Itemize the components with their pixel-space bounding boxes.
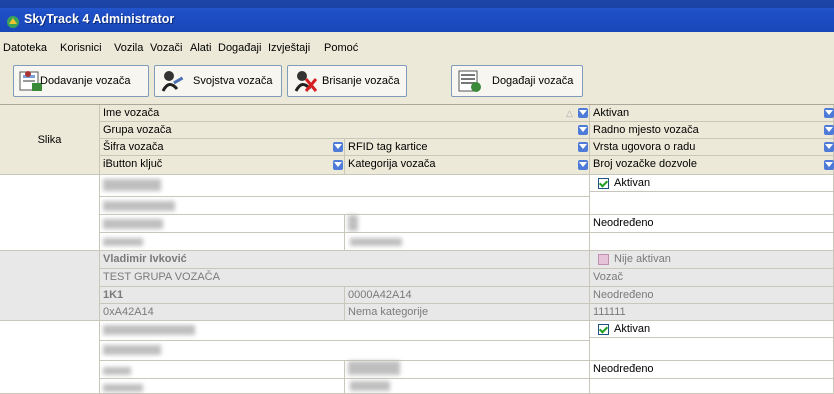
driver-properties-button[interactable]: Svojstva vozača bbox=[154, 65, 282, 97]
row-contract: Neodređeno bbox=[590, 215, 834, 233]
header-broj-dozvole[interactable]: Broj vozačke dozvole bbox=[590, 156, 834, 175]
menu-korisnici[interactable]: Korisnici bbox=[60, 42, 102, 54]
driver-events-label: Događaji vozača bbox=[492, 75, 574, 87]
active-label: Aktivan bbox=[614, 323, 651, 335]
filter-ugovor-dropdown-icon[interactable] bbox=[824, 142, 834, 152]
header-vrsta-ugovora[interactable]: Vrsta ugovora o radu bbox=[590, 139, 834, 156]
driver-properties-label: Svojstva vozača bbox=[193, 75, 273, 87]
row-contract: Neodređeno bbox=[590, 287, 834, 304]
row-rfid: 0000A42A14 bbox=[345, 287, 590, 304]
row-active: Aktivan bbox=[590, 175, 834, 192]
delete-driver-icon bbox=[294, 71, 318, 92]
driver-properties-icon bbox=[161, 71, 184, 92]
row-code bbox=[100, 361, 345, 379]
menu-pomoc[interactable]: Pomoć bbox=[324, 42, 358, 54]
menu-datoteka[interactable]: Datoteka bbox=[3, 42, 47, 54]
inactive-checkbox[interactable] bbox=[598, 254, 609, 265]
row-photo bbox=[0, 251, 100, 321]
contract-label: Neodređeno bbox=[593, 363, 654, 375]
row-photo bbox=[0, 175, 100, 251]
row-position bbox=[590, 192, 834, 215]
filter-rfid-dropdown-icon[interactable] bbox=[578, 142, 588, 152]
active-checkbox[interactable] bbox=[598, 178, 609, 189]
title-bar-top-strip bbox=[0, 0, 834, 8]
redacted-text bbox=[103, 201, 175, 211]
header-sifra-vozaca[interactable]: Šifra vozača bbox=[100, 139, 345, 156]
active-label: Aktivan bbox=[614, 177, 651, 189]
header-ibutton[interactable]: iButton ključ bbox=[100, 156, 345, 175]
header-radno-mjesto[interactable]: Radno mjesto vozača bbox=[590, 122, 834, 139]
row-ibutton: 0xA42A14 bbox=[100, 304, 345, 321]
filter-sifra-dropdown-icon[interactable] bbox=[333, 142, 343, 152]
header-kategorija[interactable]: Kategorija vozača bbox=[345, 156, 590, 175]
row-name: Vladimir Ivković bbox=[100, 251, 590, 269]
row-position: Vozač bbox=[590, 269, 834, 287]
row-license bbox=[590, 379, 834, 394]
filter-dozvola-dropdown-icon[interactable] bbox=[824, 160, 834, 170]
row-group bbox=[100, 341, 590, 361]
redacted-text bbox=[348, 361, 400, 375]
menu-bar: Datoteka Korisnici Vozila Vozači Alati D… bbox=[0, 32, 834, 62]
redacted-text bbox=[350, 381, 390, 391]
toolbar: Dodavanje vozača Svojstva vozača Brisanj… bbox=[0, 62, 834, 105]
row-rfid bbox=[345, 215, 590, 233]
grid-header: Slika Ime vozača △ Aktivan Grupa vozača … bbox=[0, 105, 834, 175]
row-license bbox=[590, 233, 834, 251]
row-license: 111111 bbox=[590, 304, 834, 321]
row-group: TEST GRUPA VOZAČA bbox=[100, 269, 590, 287]
row-position bbox=[590, 338, 834, 361]
active-checkbox[interactable] bbox=[598, 324, 609, 335]
redacted-text bbox=[103, 238, 143, 246]
redacted-text bbox=[348, 215, 358, 231]
row-active: Aktivan bbox=[590, 321, 834, 338]
filter-ibutton-dropdown-icon[interactable] bbox=[333, 160, 343, 170]
header-rfid[interactable]: RFID tag kartice bbox=[345, 139, 590, 156]
filter-radno-mjesto-dropdown-icon[interactable] bbox=[824, 125, 834, 135]
filter-kategorija-dropdown-icon[interactable] bbox=[578, 160, 588, 170]
filter-aktivan-dropdown-icon[interactable] bbox=[824, 108, 834, 118]
row-contract: Neodređeno bbox=[590, 361, 834, 379]
redacted-text bbox=[350, 238, 402, 246]
menu-vozila[interactable]: Vozila bbox=[114, 42, 143, 54]
add-driver-button[interactable]: Dodavanje vozača bbox=[13, 65, 149, 97]
header-aktivan[interactable]: Aktivan bbox=[590, 105, 834, 122]
drivers-grid: Slika Ime vozača △ Aktivan Grupa vozača … bbox=[0, 105, 834, 394]
filter-ime-dropdown-icon[interactable] bbox=[578, 108, 588, 118]
menu-dogadaji[interactable]: Događaji bbox=[218, 42, 261, 54]
delete-driver-button[interactable]: Brisanje vozača bbox=[287, 65, 407, 97]
header-slika[interactable]: Slika bbox=[0, 105, 100, 175]
delete-driver-label: Brisanje vozača bbox=[322, 75, 400, 87]
row-code: 1K1 bbox=[100, 287, 345, 304]
redacted-text bbox=[103, 179, 161, 191]
menu-alati[interactable]: Alati bbox=[190, 42, 211, 54]
sort-asc-icon: △ bbox=[566, 108, 573, 118]
contract-label: Neodređeno bbox=[593, 217, 654, 229]
add-driver-label: Dodavanje vozača bbox=[40, 75, 131, 87]
driver-events-icon bbox=[458, 70, 481, 92]
inactive-label: Nije aktivan bbox=[614, 253, 671, 265]
header-ime-vozaca-label: Ime vozača bbox=[103, 107, 160, 119]
row-active: Nije aktivan bbox=[590, 251, 834, 269]
redacted-text bbox=[103, 345, 161, 355]
title-bar: SkyTrack 4 Administrator bbox=[0, 0, 834, 32]
menu-vozaci[interactable]: Vozači bbox=[150, 42, 182, 54]
row-name bbox=[100, 175, 590, 197]
redacted-text bbox=[103, 325, 195, 335]
app-icon bbox=[7, 16, 19, 28]
redacted-text bbox=[103, 367, 131, 375]
row-category: Nema kategorije bbox=[345, 304, 590, 321]
row-photo bbox=[0, 321, 100, 394]
window-title: SkyTrack 4 Administrator bbox=[24, 12, 175, 26]
redacted-text bbox=[103, 384, 143, 392]
menu-izvjestaji[interactable]: Izvještaji bbox=[268, 42, 310, 54]
redacted-text bbox=[103, 219, 163, 229]
filter-grupa-dropdown-icon[interactable] bbox=[578, 125, 588, 135]
header-ime-vozaca[interactable]: Ime vozača △ bbox=[100, 105, 590, 122]
header-grupa-vozaca[interactable]: Grupa vozača bbox=[100, 122, 590, 139]
driver-events-button[interactable]: Događaji vozača bbox=[451, 65, 583, 97]
